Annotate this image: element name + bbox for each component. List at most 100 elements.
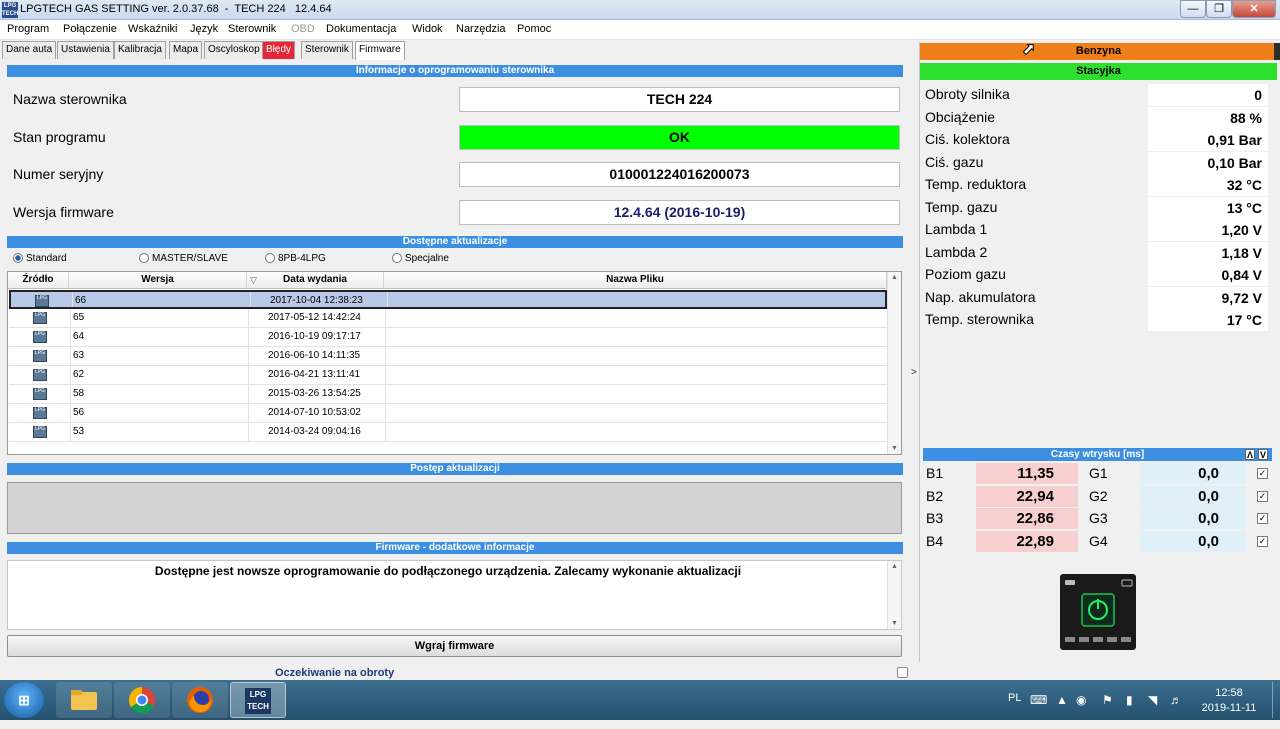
injection-checkbox[interactable]: ✓	[1257, 490, 1268, 502]
injection-checkbox[interactable]: ✓	[1257, 468, 1268, 479]
petrol-injection-value: 22,89	[976, 530, 1078, 552]
lpgtech-icon[interactable]: LPG TECH	[230, 682, 286, 718]
update-progress-header: Postęp aktualizacji	[7, 463, 903, 475]
radio-button[interactable]	[139, 253, 149, 263]
param-row: Poziom gazu 0,84 V	[922, 264, 1274, 286]
radio-button[interactable]	[265, 253, 275, 263]
minimize-icon[interactable]: —	[1180, 0, 1206, 18]
column-file-name[interactable]: Nazwa Pliku	[384, 272, 887, 289]
param-value: 9,72 V	[1148, 286, 1268, 309]
row-release-date: 2017-05-12 14:42:24	[268, 312, 361, 323]
collapse-up-icon[interactable]: Λ	[1245, 449, 1255, 460]
status-checkbox[interactable]	[897, 667, 908, 678]
tab-3[interactable]: Mapa	[169, 41, 203, 59]
tray-app-icon[interactable]: ◉	[1076, 693, 1086, 707]
update-type-option-0[interactable]: Standard	[13, 253, 67, 264]
ignition-indicator: Stacyjka	[920, 63, 1277, 80]
tab-5[interactable]: Błędy	[262, 41, 296, 59]
update-type-option-3[interactable]: Specjalne	[392, 253, 449, 264]
chrome-icon[interactable]	[114, 682, 170, 718]
injection-times-title: Czasy wtrysku [ms]	[1050, 449, 1145, 460]
param-row: Obroty silnika 0	[922, 84, 1274, 106]
close-icon[interactable]: ✕	[1232, 0, 1276, 18]
param-row: Obciążenie 88 %	[922, 106, 1274, 129]
clock-time: 12:58	[1215, 687, 1243, 699]
updates-table[interactable]: Źródło Wersja ▽ Data wydania Nazwa Pliku …	[7, 271, 902, 455]
table-row[interactable]: LPG 56 2014-07-10 10:53:02	[9, 404, 887, 423]
update-type-option-2[interactable]: 8PB-4LPG	[265, 253, 326, 264]
system-clock[interactable]: 12:58 2019-11-11	[1196, 686, 1262, 716]
scroll-up-icon[interactable]: ▲	[891, 274, 898, 281]
table-row[interactable]: LPG 66 2017-10-04 12:38:23	[9, 290, 887, 309]
menu-7[interactable]: Widok	[412, 23, 443, 35]
update-type-option-1[interactable]: MASTER/SLAVE	[139, 253, 228, 264]
firefox-icon[interactable]	[172, 682, 228, 718]
row-release-date: 2016-04-21 13:11:41	[268, 369, 361, 380]
tab-6[interactable]: Sterownik	[301, 41, 353, 59]
scroll-down-icon[interactable]: ▼	[891, 620, 898, 627]
column-version[interactable]: Wersja	[69, 272, 247, 289]
row-release-date: 2016-06-10 14:11:35	[268, 350, 361, 361]
menu-4[interactable]: Sterownik	[228, 23, 276, 35]
maximize-icon[interactable]: ❐	[1206, 0, 1232, 18]
param-row: Lambda 2 1,18 V	[922, 241, 1274, 264]
menu-8[interactable]: Narzędzia	[456, 23, 506, 35]
menu-9[interactable]: Pomoc	[517, 23, 551, 35]
tab-7[interactable]: Firmware	[355, 41, 405, 60]
keyboard-language[interactable]: PL	[1008, 692, 1021, 704]
updates-table-scrollbar[interactable]: ▲ ▼	[887, 272, 901, 454]
menu-6[interactable]: Dokumentacja	[326, 23, 396, 35]
gas-label: G4	[1089, 532, 1108, 549]
tab-4[interactable]: Oscyloskop	[204, 41, 264, 59]
menu-2[interactable]: Wskaźniki	[128, 23, 178, 35]
menu-0[interactable]: Program	[7, 23, 49, 35]
menu-5[interactable]: OBD	[291, 23, 315, 35]
menu-1[interactable]: Połączenie	[63, 23, 117, 35]
radio-button[interactable]	[13, 253, 23, 263]
table-row[interactable]: LPG 58 2015-03-26 13:54:25	[9, 385, 887, 404]
table-row[interactable]: LPG 65 2017-05-12 14:42:24	[9, 309, 887, 328]
param-value: 0	[1148, 84, 1268, 106]
tab-0[interactable]: Dane auta	[2, 41, 57, 59]
menu-3[interactable]: Język	[190, 23, 218, 35]
show-desktop-button[interactable]	[1272, 682, 1280, 718]
volume-icon[interactable]: ♬	[1170, 693, 1182, 707]
extra-info-scrollbar[interactable]: ▲ ▼	[887, 561, 901, 629]
windows-start-icon[interactable]: ⊞	[4, 682, 44, 718]
power-switch-icon[interactable]	[1060, 574, 1136, 650]
table-row[interactable]: LPG 64 2016-10-19 09:17:17	[9, 328, 887, 347]
action-center-flag-icon[interactable]: ⚑	[1102, 693, 1113, 707]
scroll-down-icon[interactable]: ▼	[891, 445, 898, 452]
signal-icon[interactable]: ◥	[1148, 693, 1157, 707]
scroll-up-icon[interactable]: ▲	[891, 563, 898, 570]
tab-1[interactable]: Ustawienia	[57, 41, 114, 59]
table-row[interactable]: LPG 53 2014-03-24 09:04:16	[9, 423, 887, 442]
column-source[interactable]: Źródło	[8, 272, 69, 289]
petrol-injection-value: 11,35	[976, 463, 1078, 484]
column-release-date[interactable]: ▽ Data wydania	[247, 272, 384, 289]
title-bar: LPG TECH LPGTECH GAS SETTING ver. 2.0.37…	[0, 0, 1280, 20]
table-row[interactable]: LPG 62 2016-04-21 13:11:41	[9, 366, 887, 385]
folder-icon[interactable]	[56, 682, 112, 718]
panel-splitter-arrow-icon[interactable]: >	[911, 367, 917, 378]
radio-label: Specjalne	[405, 253, 449, 264]
lpg-sequential-icon: LPG	[33, 331, 47, 343]
battery-icon[interactable]: ▮	[1126, 693, 1133, 707]
firmware-version-value: 12.4.64 (2016-10-19)	[459, 200, 900, 225]
expand-down-icon[interactable]: V	[1258, 449, 1268, 460]
row-release-date: 2014-07-10 10:53:02	[268, 407, 361, 418]
param-value: 88 %	[1148, 106, 1268, 129]
keyboard-icon[interactable]: ⌨	[1030, 693, 1047, 707]
table-row[interactable]: LPG 63 2016-06-10 14:11:35	[9, 347, 887, 366]
chevron-up-icon[interactable]: ▲	[1056, 693, 1068, 707]
flash-firmware-button[interactable]: Wgraj firmware	[7, 635, 902, 657]
tab-2[interactable]: Kalibracja	[114, 41, 166, 59]
sort-icon: ▽	[250, 275, 257, 285]
injection-checkbox[interactable]: ✓	[1257, 513, 1268, 524]
radio-button[interactable]	[392, 253, 402, 263]
injection-checkbox[interactable]: ✓	[1257, 535, 1268, 547]
app-icon: LPG TECH	[2, 2, 19, 18]
param-label: Ciś. gazu	[925, 153, 984, 170]
controller-info-header: Informacje o oprogramowaniu sterownika	[7, 65, 903, 77]
row-version: 63	[73, 350, 85, 361]
